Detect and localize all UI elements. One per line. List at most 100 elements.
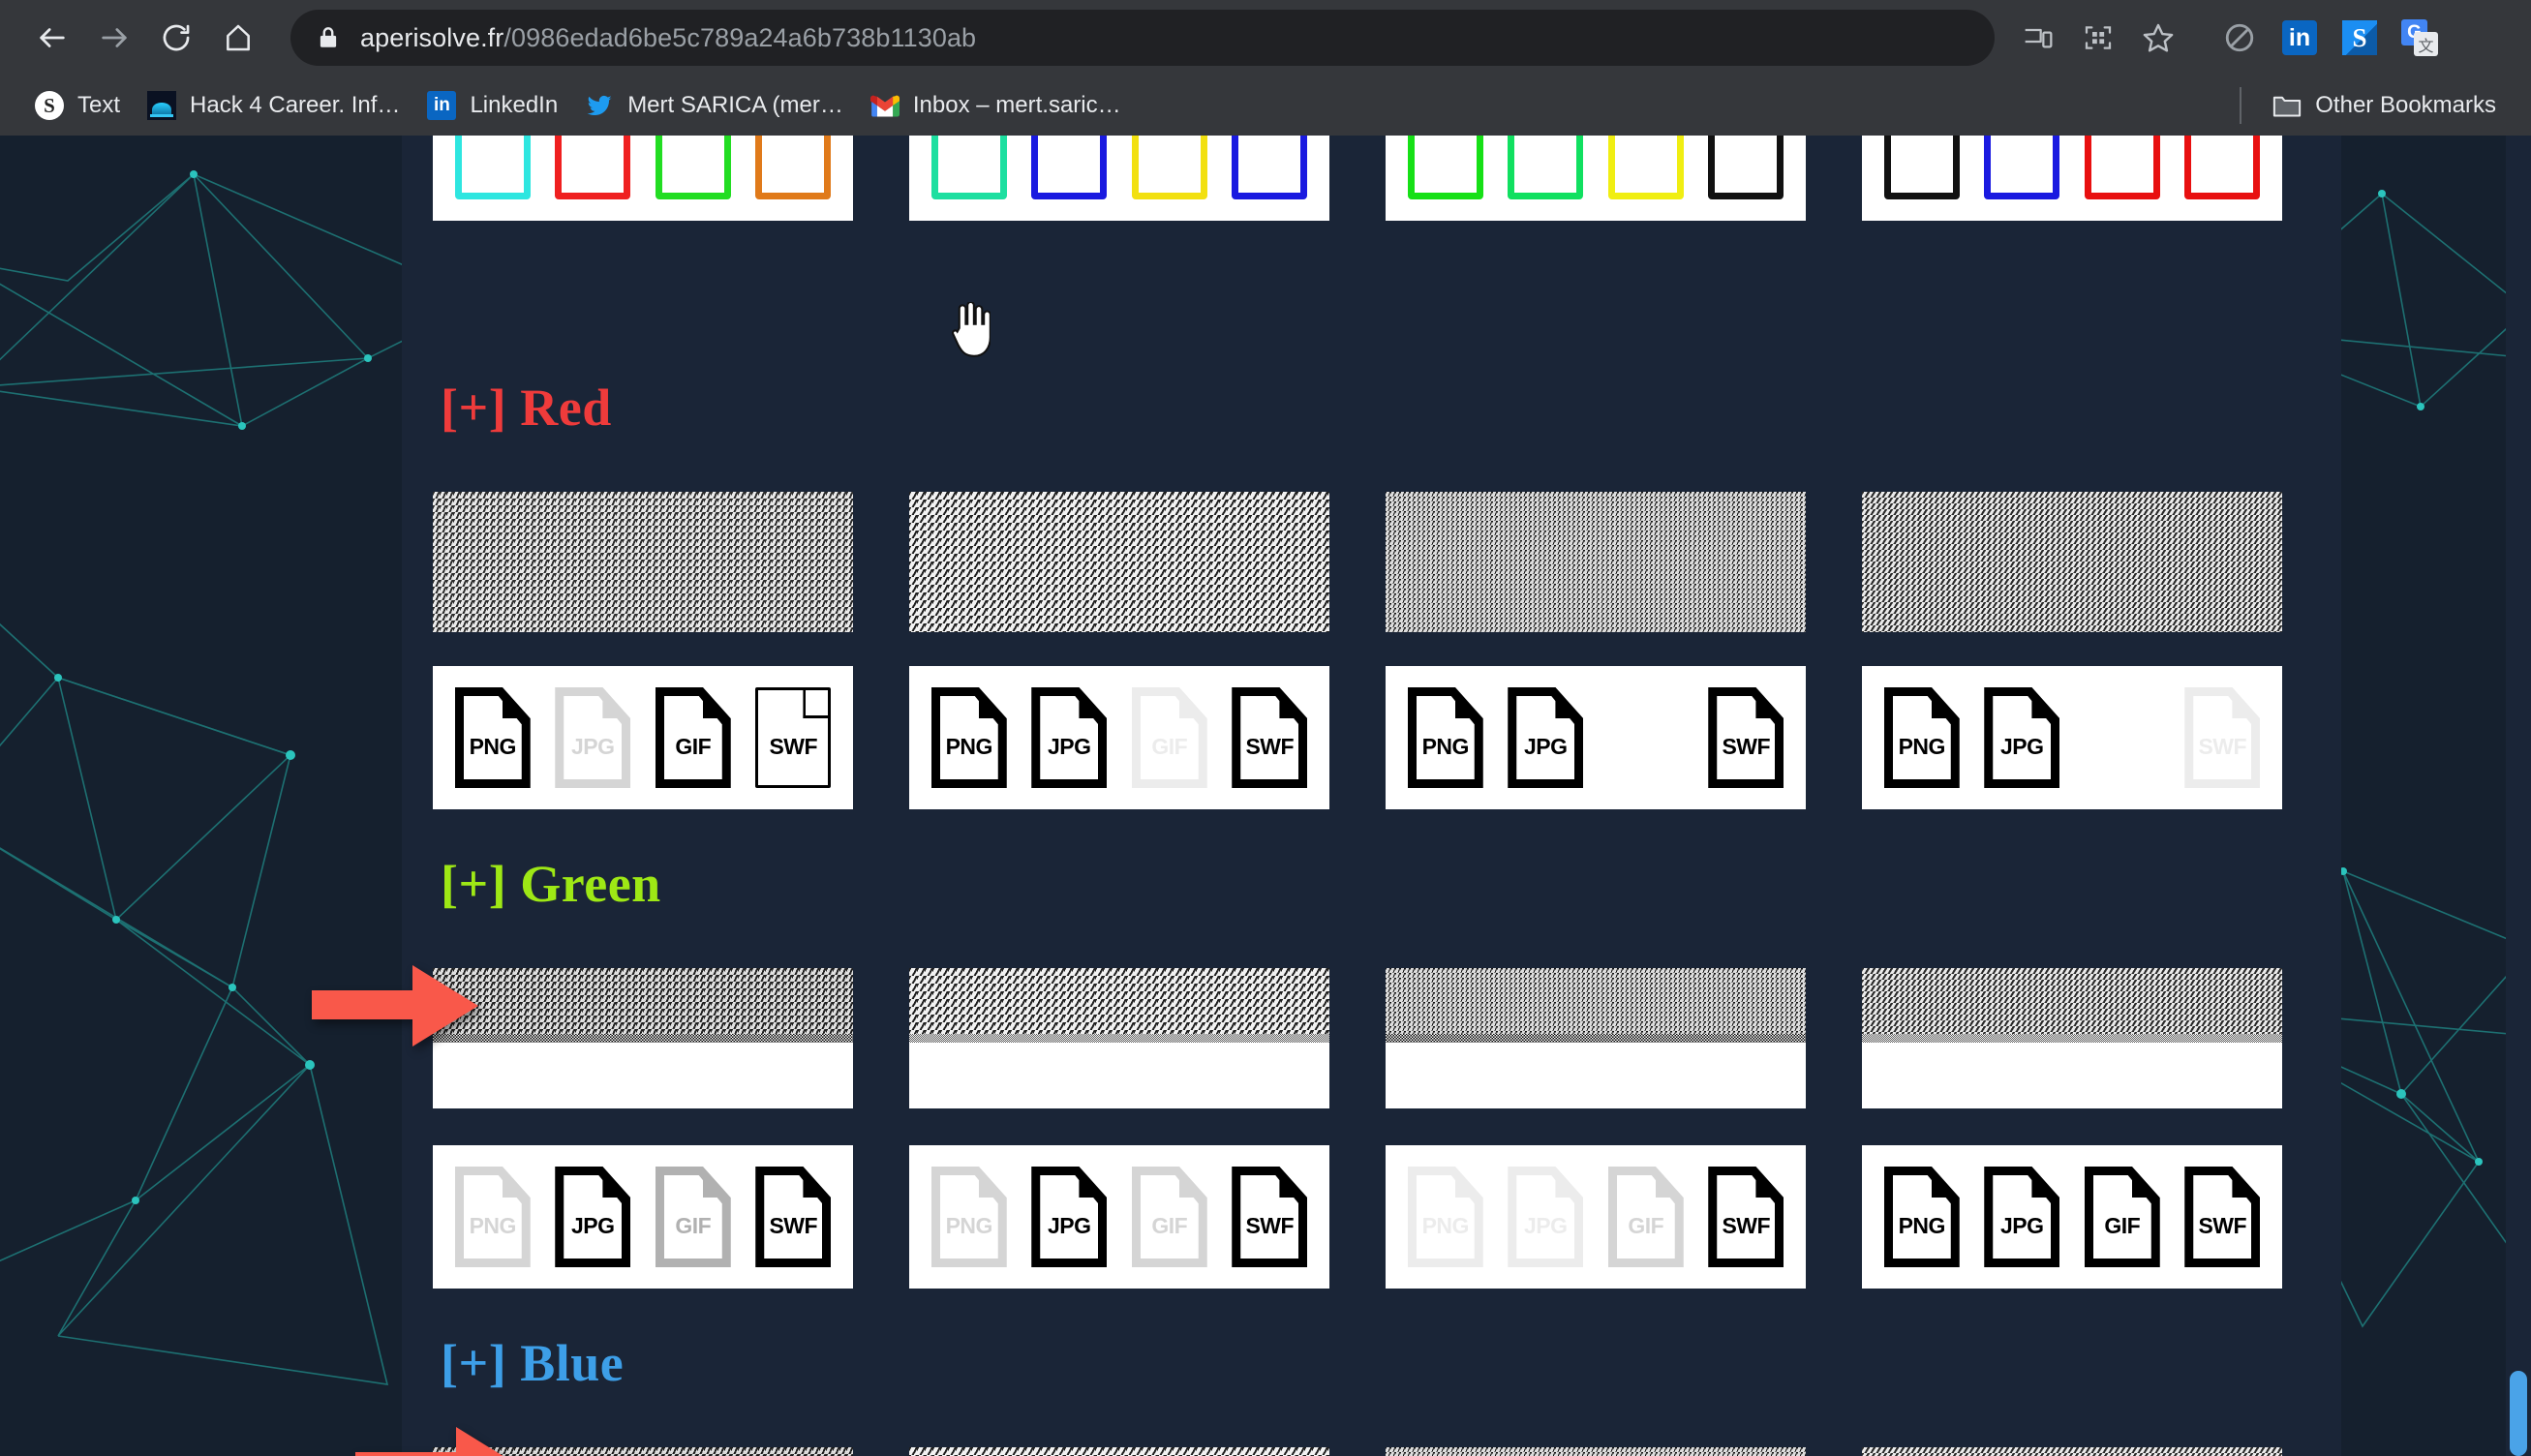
linkedin-glyph: in <box>427 91 457 120</box>
file-icon-jpg: JPG <box>1984 687 2060 788</box>
bitplane-cell[interactable] <box>909 968 1329 1108</box>
bitplane-cell[interactable]: PNG JPG GIF SWF <box>433 666 853 809</box>
file-icon-label: SWF <box>1245 733 1295 759</box>
bitplane-cell[interactable]: PNG JPG GIF SWF <box>1386 666 1806 809</box>
linkedin-extension-label: in <box>2282 20 2317 55</box>
bitplane-cell[interactable] <box>909 136 1329 221</box>
file-icon-label: GIF <box>2104 1212 2141 1238</box>
file-icon-swf: SWF <box>1708 1167 1784 1267</box>
bitplane-cell[interactable] <box>433 968 853 1108</box>
bitplane-cell[interactable] <box>1862 968 2282 1108</box>
file-icon-gif <box>655 136 731 199</box>
hack4career-favicon-icon <box>147 91 177 120</box>
bitplane-cell[interactable] <box>1862 136 2282 221</box>
linkedin-extension-icon[interactable]: in <box>2270 8 2330 68</box>
file-icon-label: JPG <box>1523 733 1568 759</box>
bitplane-cell[interactable] <box>1386 492 1806 632</box>
file-icon-label: JPG <box>1999 1212 2044 1238</box>
bookmark-star-icon[interactable] <box>2128 8 2188 68</box>
annotation-arrow-blue <box>355 1427 503 1456</box>
google-translate-icon[interactable]: G 文 <box>2390 8 2450 68</box>
file-icon-label: JPG <box>1523 1212 1568 1238</box>
analysis-content-column: [+] Red PNG JPG GIF SWF PNG JPG GIF SWF … <box>402 136 2341 1456</box>
file-icon-gif: GIF <box>2084 1167 2160 1267</box>
section-title-blue[interactable]: [+] Blue <box>441 1333 624 1393</box>
bitplane-texture <box>1862 492 2282 632</box>
url-path: /0986edad6be5c789a24a6b738b1130ab <box>503 22 977 52</box>
bookmarks-bar: S Text Hack 4 Career. Inf… in LinkedIn M… <box>0 76 2531 136</box>
bitplane-cell[interactable] <box>1862 1447 2282 1456</box>
cast-devices-icon[interactable] <box>2008 8 2068 68</box>
back-button[interactable] <box>21 7 83 69</box>
folder-icon <box>2272 91 2302 120</box>
file-icon-jpg <box>555 136 631 199</box>
reload-button[interactable] <box>145 7 207 69</box>
file-icon-swf: SWF <box>2184 687 2261 788</box>
bitplane-cell[interactable] <box>433 492 853 632</box>
bitplane-cell[interactable] <box>909 1447 1329 1456</box>
hand-pointer-cursor <box>952 302 991 357</box>
address-bar[interactable]: aperisolve.fr/0986edad6be5c789a24a6b738b… <box>290 10 1995 66</box>
file-icon-label: GIF <box>1628 1212 1664 1238</box>
file-icon-png: PNG <box>454 687 531 788</box>
section-title-red[interactable]: [+] Red <box>441 378 612 438</box>
bitplane-cell[interactable] <box>1862 492 2282 632</box>
file-icon-label: PNG <box>1421 733 1470 759</box>
file-icon-png: PNG <box>930 1167 1007 1267</box>
bitplane-cell[interactable]: PNG JPG GIF SWF <box>909 666 1329 809</box>
file-icon-label: PNG <box>469 1212 517 1238</box>
bitplane-cell[interactable]: PNG JPG GIF SWF <box>1862 1145 2282 1289</box>
file-icon-label: SWF <box>769 1212 818 1238</box>
twitter-favicon-icon <box>585 91 614 120</box>
file-icon-label: SWF <box>2198 733 2247 759</box>
bitplane-texture-bottom <box>1386 968 1806 1035</box>
bookmark-hack4career[interactable]: Hack 4 Career. Inf… <box>134 82 413 129</box>
forward-button[interactable] <box>83 7 145 69</box>
file-icon-label: PNG <box>945 733 993 759</box>
other-bookmarks-button[interactable]: Other Bookmarks <box>2259 82 2510 129</box>
bitplane-texture-bottom <box>1862 1447 2282 1456</box>
bookmark-twitter[interactable]: Mert SARICA (mer… <box>571 82 857 129</box>
chrome-browser-window: aperisolve.fr/0986edad6be5c789a24a6b738b… <box>0 0 2531 1456</box>
linkedin-favicon-icon: in <box>427 91 457 120</box>
bookmark-linkedin[interactable]: in LinkedIn <box>413 82 571 129</box>
adblock-icon[interactable] <box>2210 8 2270 68</box>
bitplane-cell[interactable] <box>433 136 853 221</box>
bitplane-cell[interactable]: PNG JPG GIF SWF <box>433 1145 853 1289</box>
bitplane-cell[interactable]: PNG JPG GIF SWF <box>909 1145 1329 1289</box>
bitplane-cell[interactable]: PNG JPG GIF SWF <box>1862 666 2282 809</box>
url-text: aperisolve.fr/0986edad6be5c789a24a6b738b… <box>360 23 976 53</box>
page-scrollbar-thumb[interactable] <box>2510 1371 2527 1456</box>
file-icon-label: JPG <box>570 1212 615 1238</box>
file-icon-gif <box>1131 136 1207 199</box>
bookmark-label: Mert SARICA (mer… <box>627 92 843 118</box>
bookmark-text[interactable]: S Text <box>21 82 134 129</box>
file-icon-jpg: JPG <box>1508 687 1584 788</box>
reload-icon <box>163 24 190 51</box>
back-arrow-icon <box>40 28 65 47</box>
file-icon-png: PNG <box>454 1167 531 1267</box>
bitplane-cell[interactable] <box>1386 136 1806 221</box>
bitplane-cell[interactable] <box>1386 1447 1806 1456</box>
bitplane-cell[interactable] <box>1386 968 1806 1108</box>
file-icon-label: SWF <box>2198 1212 2247 1238</box>
file-icon-png: PNG <box>930 687 1007 788</box>
file-icon-jpg: JPG <box>1984 1167 2060 1267</box>
bitplane-texture-bottom <box>433 968 853 1035</box>
file-icon-label: PNG <box>1898 1212 1946 1238</box>
file-icon-png <box>1883 136 1960 199</box>
bookmark-gmail[interactable]: Inbox – mert.saric… <box>857 82 1135 129</box>
bitplane-cell[interactable] <box>909 492 1329 632</box>
file-icon-label: PNG <box>1421 1212 1470 1238</box>
file-icon-gif: GIF <box>655 687 731 788</box>
file-icon-png: PNG <box>1883 687 1960 788</box>
lock-icon <box>316 25 341 50</box>
skype-extension-icon[interactable]: S <box>2330 8 2390 68</box>
home-button[interactable] <box>207 7 269 69</box>
hack4career-glyph <box>147 91 177 120</box>
file-icon-png <box>1407 136 1483 199</box>
qr-code-icon[interactable] <box>2068 8 2128 68</box>
section-title-green[interactable]: [+] Green <box>441 854 661 914</box>
bitplane-cell[interactable]: PNG JPG GIF SWF <box>1386 1145 1806 1289</box>
page-scrollbar-track[interactable] <box>2506 136 2531 1456</box>
